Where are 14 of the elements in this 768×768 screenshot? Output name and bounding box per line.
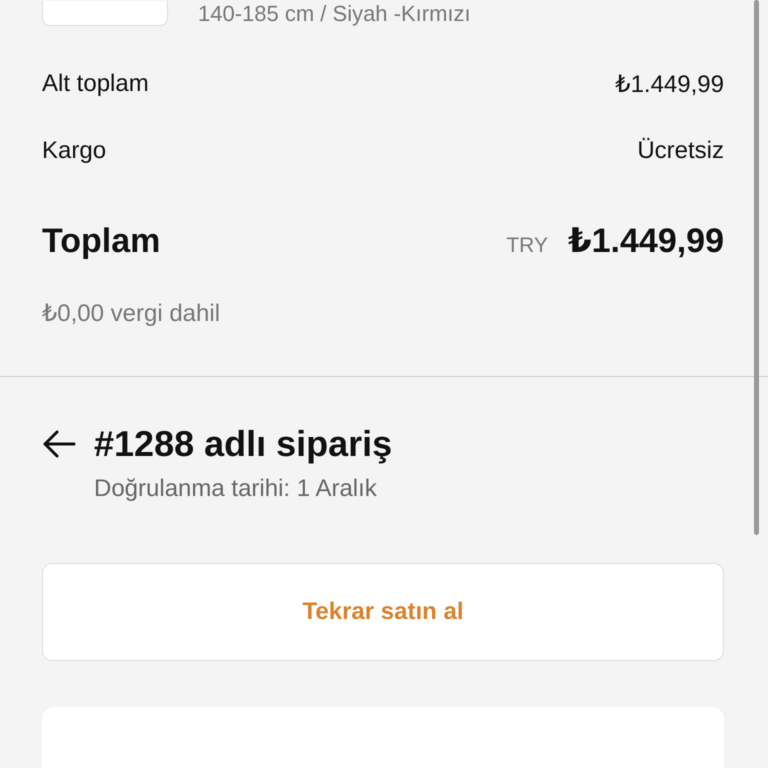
- summary-value: ₺1.449,99: [615, 70, 724, 99]
- order-title: #1288 adlı sipariş: [94, 423, 392, 465]
- back-arrow-icon[interactable]: [42, 430, 76, 458]
- total-label: Toplam: [42, 222, 162, 261]
- summary-label: Kargo: [42, 137, 106, 165]
- summary-value: Ücretsiz: [637, 137, 724, 165]
- scrollbar[interactable]: [754, 0, 759, 535]
- currency-code: TRY: [506, 234, 548, 258]
- product-variant: 140-185 cm / Siyah -Kırmızı: [198, 2, 471, 26]
- buy-again-button[interactable]: Tekrar satın al: [42, 563, 724, 661]
- summary-label: Alt toplam: [42, 70, 149, 99]
- total-value: ₺1.449,99: [568, 221, 724, 261]
- order-date: Doğrulanma tarihi: 1 Aralık: [94, 475, 378, 503]
- tax-note: ₺0,00 vergi dahil: [42, 299, 222, 328]
